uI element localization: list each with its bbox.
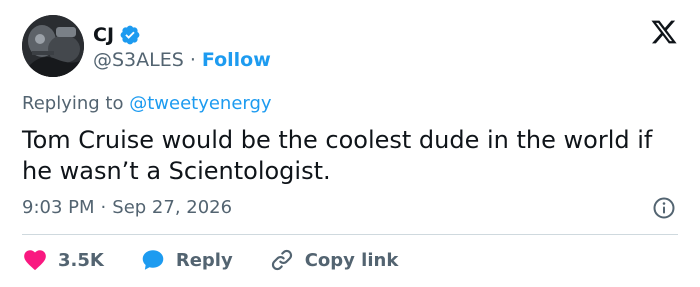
avatar[interactable]	[22, 15, 84, 77]
timestamp-separator: ·	[100, 197, 107, 218]
author-handle[interactable]: @S3ALES	[93, 49, 184, 71]
copy-link-label: Copy link	[304, 249, 399, 271]
link-icon	[271, 249, 292, 271]
author-name-row: CJ	[93, 22, 141, 48]
handle-separator: ·	[189, 49, 196, 71]
author-handle-row: @S3ALES · Follow	[93, 48, 271, 72]
reply-context: Replying to @tweetyenergy	[22, 93, 272, 114]
copy-link-button[interactable]: Copy link	[269, 247, 399, 273]
like-count: 3.5K	[58, 249, 104, 271]
info-icon[interactable]	[652, 196, 676, 220]
follow-button[interactable]: Follow	[202, 49, 271, 71]
tweet-time[interactable]: 9:03 PM	[22, 197, 95, 218]
x-logo-icon[interactable]	[650, 18, 678, 46]
like-button[interactable]: 3.5K	[22, 247, 104, 273]
reply-mention-link[interactable]: @tweetyenergy	[129, 93, 271, 114]
tweet-timestamp: 9:03 PM · Sep 27, 2026	[22, 197, 232, 218]
reply-context-prefix: Replying to	[22, 93, 124, 114]
reply-button[interactable]: Reply	[140, 247, 233, 273]
tweet-date[interactable]: Sep 27, 2026	[112, 197, 232, 218]
action-bar: 3.5K Reply Copy link	[22, 244, 434, 276]
heart-icon	[24, 250, 46, 271]
verified-badge-icon	[120, 25, 140, 45]
reply-bubble-icon	[142, 250, 164, 270]
reply-label: Reply	[175, 249, 233, 271]
divider	[22, 234, 678, 235]
tweet-text: Tom Cruise would be the coolest dude in …	[22, 126, 653, 185]
author-name[interactable]: CJ	[93, 24, 114, 46]
